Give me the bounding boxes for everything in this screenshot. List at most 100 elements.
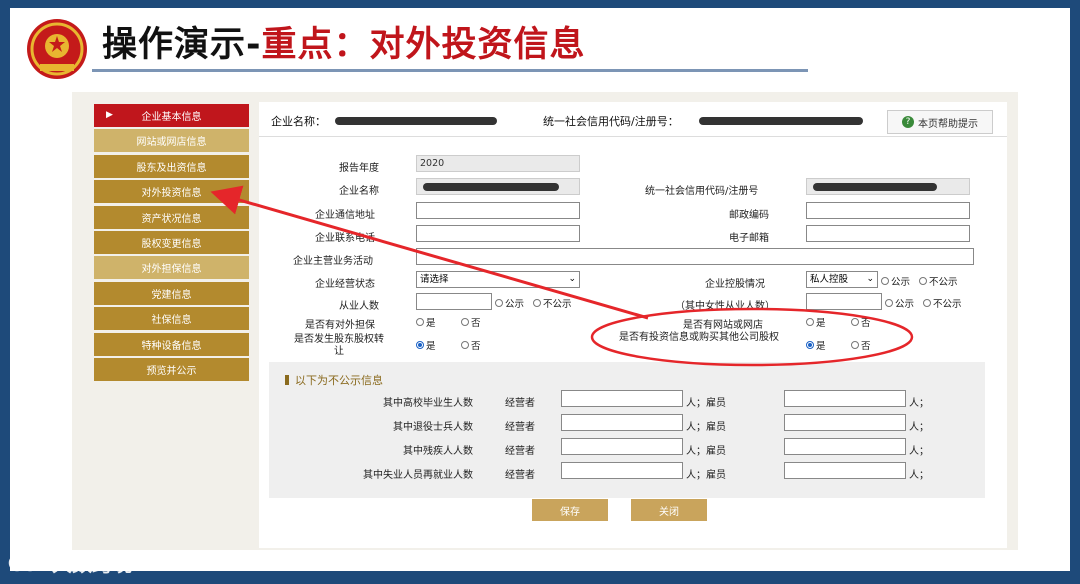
reemployed-employee-input[interactable] bbox=[784, 462, 906, 479]
chevron-down-icon: ⌄ bbox=[866, 274, 874, 284]
equity-transfer-no-radio[interactable]: 否 bbox=[461, 338, 481, 352]
private-row-label: 其中失业人员再就业人数 bbox=[363, 470, 473, 481]
question-icon: ? bbox=[902, 116, 914, 128]
radio-circle bbox=[461, 341, 469, 349]
credit-code-label: 统一社会信用代码/注册号： bbox=[543, 115, 679, 128]
radio-circle-selected bbox=[416, 341, 424, 349]
radio-circle bbox=[923, 299, 931, 307]
guarantee-yes-radio[interactable]: 是 bbox=[416, 315, 436, 329]
private-row-label: 其中退役士兵人数 bbox=[393, 422, 473, 433]
female-public-radio[interactable]: 公示 bbox=[885, 296, 914, 310]
guarantee-no-radio[interactable]: 否 bbox=[461, 315, 481, 329]
radio-circle bbox=[851, 341, 859, 349]
report-year-label: 报告年度 bbox=[339, 163, 379, 174]
sidebar-item-investment[interactable]: 对外投资信息 bbox=[94, 180, 249, 204]
help-button[interactable]: ? 本页帮助提示 bbox=[887, 110, 993, 134]
equity-transfer-label: 是否发生股东股权转让 bbox=[294, 334, 384, 357]
holding-public-radio[interactable]: 公示 bbox=[881, 274, 910, 288]
postcode-label: 邮政编码 bbox=[729, 210, 769, 221]
status-label: 企业经营状态 bbox=[315, 279, 375, 290]
sidebar-item-party[interactable]: 党建信息 bbox=[94, 281, 249, 305]
address-input[interactable] bbox=[416, 202, 580, 219]
business-label: 企业主营业务活动 bbox=[293, 256, 373, 267]
chevron-down-icon: ⌄ bbox=[568, 274, 576, 284]
redacted-credit-code bbox=[699, 117, 863, 125]
operator-label: 经营者 bbox=[505, 422, 535, 433]
phone-input[interactable] bbox=[416, 225, 580, 242]
radio-circle bbox=[881, 277, 889, 285]
unit-label: 人； bbox=[909, 470, 929, 481]
sidebar-item-guarantee[interactable]: 对外担保信息 bbox=[94, 256, 249, 280]
veterans-employee-input[interactable] bbox=[784, 414, 906, 431]
main-panel: 企业名称： 统一社会信用代码/注册号： ? 本页帮助提示 报告年度 2020 企业… bbox=[259, 102, 1007, 548]
employee-label: 人；雇员 bbox=[686, 398, 726, 409]
caret-right-icon: ▶ bbox=[106, 110, 113, 120]
operator-label: 经营者 bbox=[505, 398, 535, 409]
email-label: 电子邮箱 bbox=[729, 233, 769, 244]
slide-title: 操作演示-重点：对外投资信息 bbox=[102, 25, 586, 65]
status-select[interactable]: 请选择 ⌄ bbox=[416, 271, 580, 288]
holding-not-public-radio[interactable]: 不公示 bbox=[919, 274, 958, 288]
website-no-radio[interactable]: 否 bbox=[851, 315, 871, 329]
radio-circle bbox=[533, 299, 541, 307]
private-info-section: 以下为不公示信息 其中高校毕业生人数 经营者 人；雇员 人； 其中退役士兵人数 … bbox=[269, 362, 985, 498]
sidebar-item-equity-change[interactable]: 股权变更信息 bbox=[94, 230, 249, 254]
save-button[interactable]: 保存 bbox=[532, 499, 608, 521]
unit-label: 人； bbox=[909, 422, 929, 433]
sidebar-item-assets[interactable]: 资产状况信息 bbox=[94, 205, 249, 229]
disabled-operator-input[interactable] bbox=[561, 438, 683, 455]
radio-circle bbox=[461, 318, 469, 326]
veterans-operator-input[interactable] bbox=[561, 414, 683, 431]
close-button[interactable]: 关闭 bbox=[631, 499, 707, 521]
email-input[interactable] bbox=[806, 225, 970, 242]
radio-circle-selected bbox=[806, 341, 814, 349]
sidebar-item-preview[interactable]: 预览并公示 bbox=[94, 357, 249, 381]
investment-no-radio[interactable]: 否 bbox=[851, 338, 871, 352]
redacted-company-name-field bbox=[423, 183, 559, 191]
sidebar-item-special-equipment[interactable]: 特种设备信息 bbox=[94, 332, 249, 356]
phone-label: 企业联系电话 bbox=[315, 233, 375, 244]
graduates-operator-input[interactable] bbox=[561, 390, 683, 407]
sidebar-item-shareholders[interactable]: 股东及出资信息 bbox=[94, 154, 249, 178]
sidebar: ▶ 企业基本信息 网站或网店信息 股东及出资信息 对外投资信息 资产状况信息 股权… bbox=[94, 104, 249, 383]
reemployed-operator-input[interactable] bbox=[561, 462, 683, 479]
sidebar-item-basic-info[interactable]: ▶ 企业基本信息 bbox=[94, 104, 249, 127]
employees-input[interactable] bbox=[416, 293, 492, 310]
website-yes-radio[interactable]: 是 bbox=[806, 315, 826, 329]
redacted-credit-code-field bbox=[813, 183, 937, 191]
slide: 操作演示-重点：对外投资信息 ▶ 企业基本信息 网站或网店信息 股东及出资信息 对… bbox=[10, 8, 1070, 571]
topbar: 企业名称： 统一社会信用代码/注册号： ? 本页帮助提示 bbox=[259, 102, 1007, 137]
private-section-title: 以下为不公示信息 bbox=[285, 372, 383, 388]
operator-label: 经营者 bbox=[505, 470, 535, 481]
business-input[interactable] bbox=[416, 248, 974, 265]
guarantee-label: 是否有对外担保 bbox=[305, 320, 375, 331]
radio-circle bbox=[919, 277, 927, 285]
watermark: 大数跨境 bbox=[8, 548, 132, 577]
holding-label: 企业控股情况 bbox=[705, 279, 765, 290]
company-name-label: 企业名称： bbox=[271, 115, 326, 128]
employees-public-radio[interactable]: 公示 bbox=[495, 296, 524, 310]
disabled-employee-input[interactable] bbox=[784, 438, 906, 455]
postcode-input[interactable] bbox=[806, 202, 970, 219]
private-row-label: 其中高校毕业生人数 bbox=[383, 398, 473, 409]
address-label: 企业通信地址 bbox=[315, 210, 375, 221]
sidebar-item-social-security[interactable]: 社保信息 bbox=[94, 307, 249, 331]
company-name-field bbox=[416, 178, 580, 195]
female-not-public-radio[interactable]: 不公示 bbox=[923, 296, 962, 310]
radio-circle bbox=[851, 318, 859, 326]
employee-label: 人；雇员 bbox=[686, 470, 726, 481]
sidebar-item-website[interactable]: 网站或网店信息 bbox=[94, 129, 249, 153]
report-year-field: 2020 bbox=[416, 155, 580, 172]
radio-circle bbox=[416, 318, 424, 326]
female-employees-input[interactable] bbox=[806, 293, 882, 310]
equity-transfer-yes-radio[interactable]: 是 bbox=[416, 338, 436, 352]
graduates-employee-input[interactable] bbox=[784, 390, 906, 407]
employee-label: 人；雇员 bbox=[686, 446, 726, 457]
operator-label: 经营者 bbox=[505, 446, 535, 457]
radio-circle bbox=[806, 318, 814, 326]
employees-not-public-radio[interactable]: 不公示 bbox=[533, 296, 572, 310]
holding-select[interactable]: 私人控股 ⌄ bbox=[806, 271, 878, 288]
investment-label: 是否有投资信息或购买其他公司股权 bbox=[619, 332, 779, 343]
investment-yes-radio[interactable]: 是 bbox=[806, 338, 826, 352]
employee-label: 人；雇员 bbox=[686, 422, 726, 433]
